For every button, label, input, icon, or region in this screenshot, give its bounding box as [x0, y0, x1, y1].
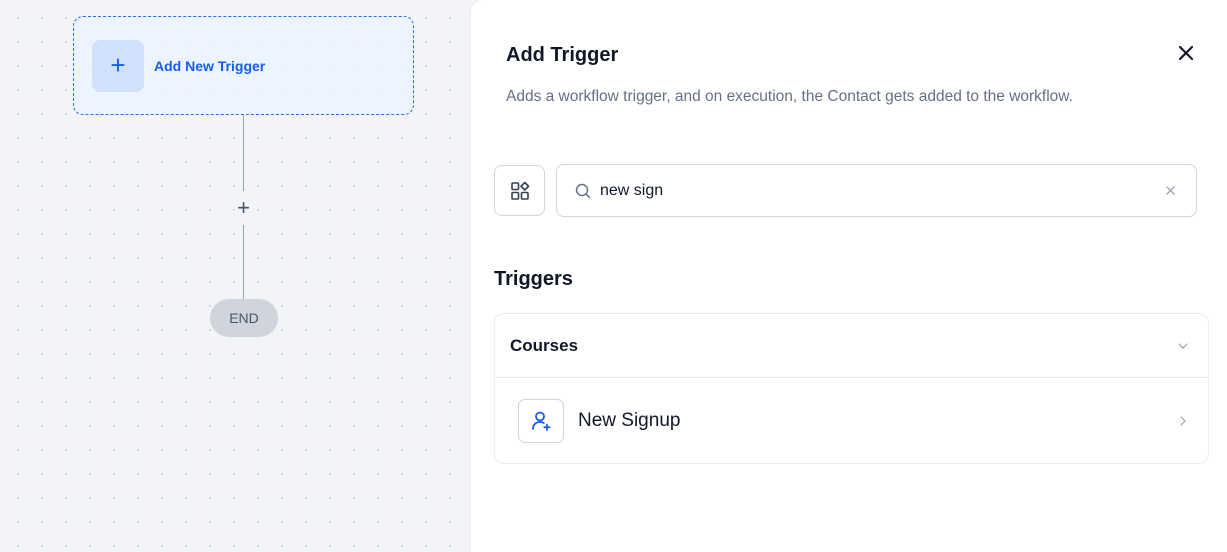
panel-description: Adds a workflow trigger, and on executio… — [506, 88, 1073, 105]
trigger-group-courses: Courses New Signup — [494, 313, 1209, 464]
search-icon — [575, 183, 591, 199]
category-filter-button[interactable] — [494, 165, 545, 216]
add-new-trigger-card[interactable]: + Add New Trigger — [73, 16, 414, 115]
plus-icon: + — [92, 39, 144, 92]
search-input[interactable] — [600, 181, 1160, 200]
connector-line — [243, 225, 244, 299]
trigger-item-new-signup[interactable]: New Signup — [495, 378, 1208, 463]
chevron-right-icon — [1178, 415, 1188, 426]
trigger-item-label: New Signup — [578, 409, 681, 431]
close-icon — [1179, 46, 1193, 60]
clear-search-button[interactable] — [1162, 182, 1178, 198]
clear-icon — [1165, 185, 1175, 195]
search-field[interactable] — [556, 164, 1197, 217]
close-button[interactable] — [1171, 38, 1201, 68]
chevron-down-icon — [1178, 341, 1188, 351]
category-grid-icon — [510, 181, 529, 200]
triggers-heading: Triggers — [494, 268, 573, 290]
workflow-canvas[interactable]: + Add New Trigger + END — [0, 0, 452, 552]
panel-title: Add Trigger — [506, 44, 619, 66]
connector-line — [243, 115, 244, 191]
group-header-courses[interactable]: Courses — [495, 314, 1208, 378]
add-step-button[interactable]: + — [231, 191, 256, 225]
add-trigger-panel: Add Trigger Adds a workflow trigger, and… — [471, 0, 1227, 552]
add-new-trigger-label: Add New Trigger — [154, 57, 266, 74]
end-node: END — [210, 299, 278, 337]
group-title: Courses — [510, 335, 579, 355]
user-plus-icon — [518, 398, 564, 443]
